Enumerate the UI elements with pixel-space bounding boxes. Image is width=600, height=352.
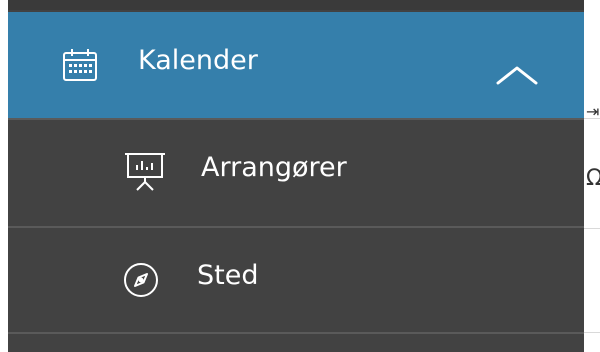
presentation-chart-icon bbox=[124, 150, 166, 192]
calendar-icon bbox=[62, 47, 98, 83]
menu-item-arrangorer[interactable]: Arrangører bbox=[8, 120, 584, 226]
menu-item-label: Kalender bbox=[138, 45, 258, 76]
background-divider bbox=[584, 228, 600, 229]
menu-divider bbox=[8, 332, 584, 334]
background-icon: Ω bbox=[586, 166, 600, 191]
menu-item-label: Sted bbox=[197, 260, 259, 291]
chevron-up-icon[interactable] bbox=[492, 60, 542, 90]
menu-item-sted[interactable]: Sted bbox=[8, 228, 584, 334]
menu-top-bar bbox=[8, 0, 584, 10]
background-divider bbox=[584, 332, 600, 333]
background-icon: ⇥ bbox=[586, 102, 600, 121]
menu-item-label: Arrangører bbox=[201, 152, 347, 183]
menu-item-kalender[interactable]: Kalender bbox=[8, 12, 584, 118]
navigation-menu: Kalender Arrangører Sted bbox=[8, 0, 584, 352]
compass-icon bbox=[123, 262, 159, 298]
